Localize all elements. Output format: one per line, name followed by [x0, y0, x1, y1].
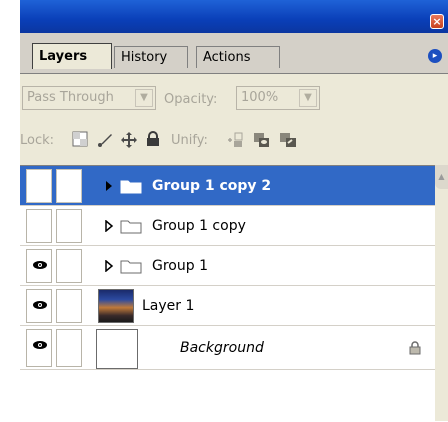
link-toggle[interactable] [56, 209, 82, 243]
layer-row-background[interactable]: Background [20, 326, 435, 370]
unify-label: Unify: [171, 133, 208, 148]
link-toggle[interactable] [56, 289, 82, 323]
layer-row-group-1-copy[interactable]: Group 1 copy [20, 206, 435, 246]
opacity-label: Opacity: [164, 92, 218, 107]
layer-name[interactable]: Background [180, 326, 264, 370]
title-bar[interactable]: × [20, 0, 448, 33]
unify-visibility-icon[interactable] [252, 131, 274, 153]
folder-icon [120, 180, 142, 194]
opacity-field[interactable]: 100% ▼ [236, 86, 320, 110]
blend-mode-select[interactable]: Pass Through ▼ [22, 86, 156, 110]
eye-icon [33, 301, 47, 309]
opacity-value: 100% [241, 90, 279, 105]
link-toggle[interactable] [56, 169, 82, 203]
unify-style-icon[interactable] [278, 131, 300, 153]
scrollbar[interactable]: ▲ [435, 165, 448, 421]
chevron-down-icon: ▼ [299, 89, 317, 107]
tab-actions[interactable]: Actions [196, 46, 280, 68]
blend-options-row: Pass Through ▼ Opacity: 100% ▼ [20, 80, 448, 116]
layer-row-group-1[interactable]: Group 1 [20, 246, 435, 286]
tab-layers[interactable]: Layers [32, 43, 112, 69]
layer-thumbnail[interactable] [98, 289, 134, 323]
eye-icon [33, 261, 47, 269]
lock-brush-icon[interactable] [96, 131, 114, 153]
folder-icon [120, 220, 142, 234]
layer-list: Group 1 copy 2 Group 1 copy Group 1 Laye… [20, 165, 435, 422]
expand-triangle-icon[interactable] [104, 220, 114, 232]
scroll-up-arrow-icon[interactable]: ▲ [435, 165, 448, 189]
lock-all-icon[interactable] [146, 131, 160, 151]
blend-mode-value: Pass Through [27, 90, 114, 105]
tab-history[interactable]: History [114, 46, 188, 68]
lock-move-icon[interactable] [120, 131, 138, 153]
layer-name[interactable]: Group 1 copy [152, 206, 246, 246]
visibility-toggle[interactable] [26, 329, 52, 367]
left-margin [0, 0, 20, 421]
expand-triangle-icon[interactable] [104, 180, 114, 192]
lock-transparency-icon[interactable] [72, 131, 88, 151]
expand-triangle-icon[interactable] [104, 260, 114, 272]
tab-strip: Layers History Actions ▸ [20, 33, 448, 74]
link-toggle[interactable] [56, 329, 82, 367]
chevron-down-icon: ▼ [135, 89, 153, 107]
lock-options-row: Lock: Unify: [20, 123, 448, 159]
close-button[interactable]: × [430, 14, 444, 29]
layer-thumbnail[interactable] [96, 329, 138, 369]
unify-position-icon[interactable] [226, 131, 246, 153]
panel-menu-arrow-icon[interactable]: ▸ [428, 49, 442, 63]
link-toggle[interactable] [56, 249, 82, 283]
visibility-toggle[interactable] [26, 249, 52, 283]
visibility-toggle[interactable] [26, 289, 52, 323]
lock-icon [409, 341, 421, 355]
layer-row-group-1-copy-2[interactable]: Group 1 copy 2 [20, 166, 435, 206]
layer-row-layer-1[interactable]: Layer 1 [20, 286, 435, 326]
layers-panel-window: × Layers History Actions ▸ Pass Through … [0, 0, 448, 422]
eye-icon [33, 341, 47, 349]
lock-label: Lock: [20, 133, 55, 148]
layer-name[interactable]: Group 1 copy 2 [152, 166, 271, 206]
layer-name[interactable]: Group 1 [152, 246, 208, 286]
folder-icon [120, 260, 142, 274]
visibility-toggle[interactable] [26, 209, 52, 243]
visibility-toggle[interactable] [26, 169, 52, 203]
layer-name[interactable]: Layer 1 [142, 286, 194, 326]
